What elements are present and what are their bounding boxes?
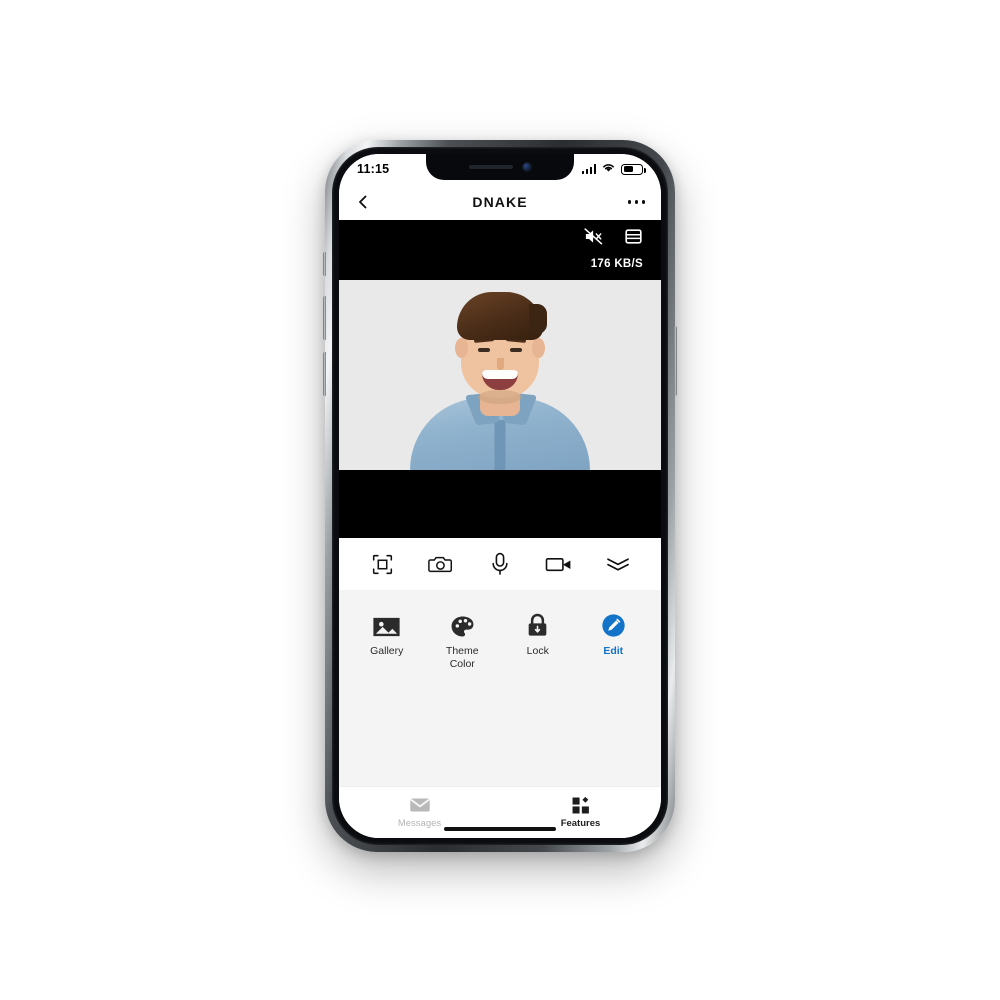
lock-icon: [526, 612, 549, 638]
tab-label-messages: Messages: [397, 818, 442, 829]
features-grid: Gallery Theme Color Lock Edit: [349, 612, 651, 671]
subject-chin-shadow: [478, 390, 522, 404]
home-indicator[interactable]: [444, 827, 556, 831]
video-controls-bar: [339, 220, 661, 258]
subject-eye-left: [478, 348, 490, 352]
feature-label-edit: Edit: [603, 645, 624, 657]
palette-icon: [450, 612, 475, 638]
feature-label-lock: Lock: [526, 645, 549, 657]
feature-item-edit[interactable]: Edit: [576, 612, 652, 671]
front-camera-icon: [523, 163, 531, 171]
back-chevron-icon[interactable]: [355, 194, 371, 210]
volume-down-button[interactable]: [323, 352, 326, 396]
subject-ear-right: [532, 338, 545, 358]
feature-item-gallery[interactable]: Gallery: [349, 612, 425, 671]
power-button[interactable]: [674, 326, 677, 396]
earpiece-speaker-icon: [469, 165, 513, 169]
volume-up-button[interactable]: [323, 296, 326, 340]
tab-features[interactable]: Features: [500, 796, 661, 829]
shirt-placket: [494, 420, 506, 470]
edit-pencil-icon: [601, 612, 626, 638]
features-panel: Gallery Theme Color Lock Edit: [339, 590, 661, 786]
feature-item-lock[interactable]: Lock: [500, 612, 576, 671]
speaker-muted-icon[interactable]: [583, 227, 604, 251]
status-time: 11:15: [357, 162, 390, 176]
more-options-icon[interactable]: [627, 200, 645, 204]
wifi-icon: [601, 162, 616, 176]
bitrate-label: 176 KB/S: [590, 258, 643, 270]
video-stream-view[interactable]: [339, 280, 661, 470]
app-nav-bar: DNAKE: [339, 184, 661, 220]
tab-label-features: Features: [560, 818, 601, 829]
page-title: DNAKE: [472, 194, 528, 210]
screenshot-canvas: 11:15 DNAKE 176 KB/S Gallery Theme Color…: [0, 0, 1000, 1000]
subject-hair: [457, 292, 547, 340]
media-toolbar: [339, 538, 661, 590]
split-screen-icon[interactable]: [624, 227, 643, 251]
display-notch: [426, 154, 574, 180]
feature-label-theme-color: Theme Color: [445, 645, 479, 671]
envelope-icon: [409, 796, 431, 814]
feature-label-gallery: Gallery: [370, 645, 404, 657]
silent-switch-button[interactable]: [323, 252, 326, 276]
tab-messages[interactable]: Messages: [339, 796, 500, 829]
subject-teeth: [482, 370, 518, 379]
double-chevron-down-icon[interactable]: [599, 545, 637, 583]
subject-eye-right: [510, 348, 522, 352]
phone-device-frame: 11:15 DNAKE 176 KB/S Gallery Theme Color…: [323, 140, 677, 852]
microphone-icon[interactable]: [481, 545, 519, 583]
gallery-icon: [373, 612, 400, 638]
video-camera-icon[interactable]: [540, 545, 578, 583]
status-indicators: [581, 162, 646, 176]
subject-nose: [497, 358, 504, 370]
subject-ear-left: [455, 338, 468, 358]
battery-icon: [621, 163, 646, 175]
focus-frame-icon[interactable]: [363, 545, 401, 583]
feature-item-theme-color[interactable]: Theme Color: [425, 612, 501, 671]
video-letterbox: [339, 470, 661, 538]
cellular-signal-icon: [581, 164, 596, 174]
video-panel: 176 KB/S: [339, 220, 661, 538]
phone-bezel: 11:15 DNAKE 176 KB/S Gallery Theme Color…: [332, 147, 668, 845]
phone-screen: 11:15 DNAKE 176 KB/S Gallery Theme Color…: [339, 154, 661, 838]
camera-icon[interactable]: [422, 545, 460, 583]
grid-icon: [571, 796, 591, 814]
